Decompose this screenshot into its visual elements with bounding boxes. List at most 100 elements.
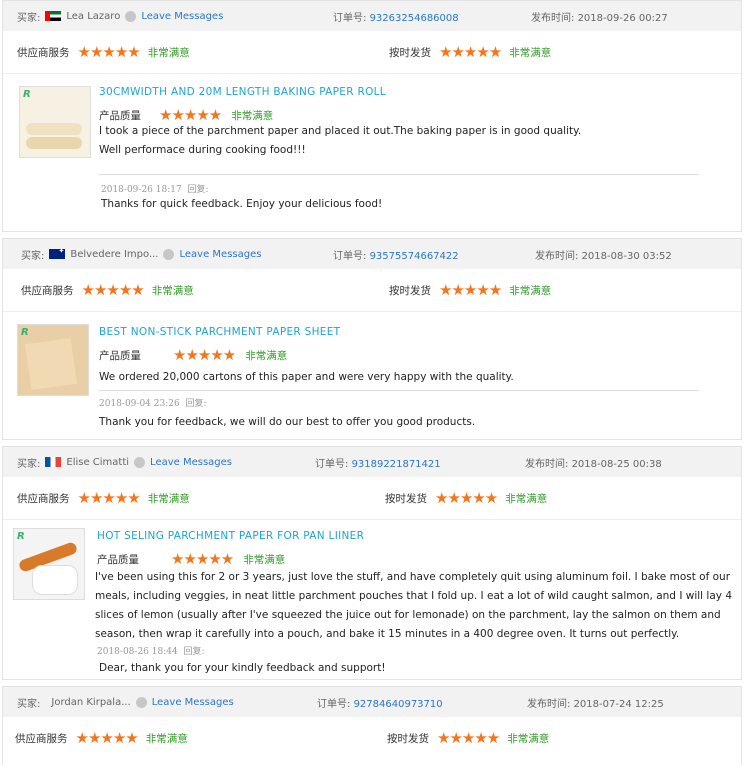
supplier-service-rating: 供应商服务 ★★★★★ 非常满意 [15,729,188,747]
leave-messages-link[interactable]: Leave Messages [152,697,234,708]
rating-label: 按时发货 [385,492,427,505]
publish-time: 2018-08-25 00:38 [571,458,662,470]
review-card: 买家: Lea Lazaro Leave Messages 订单号: 93263… [2,0,742,232]
rating-label: 产品质量 [97,553,139,566]
on-time-rating: 按时发货 ★★★★★ 非常满意 [389,43,551,61]
satisfaction-text: 非常满意 [509,46,552,59]
chat-icon [163,248,175,260]
publish-time: 2018-07-24 12:25 [573,698,664,710]
review-text: We ordered 20,000 cartons of this paper … [99,371,514,383]
rating-label: 按时发货 [389,284,431,297]
satisfaction-text: 非常满意 [243,553,286,566]
on-time-rating: 按时发货 ★★★★★ 非常满意 [389,281,551,299]
rating-row: 供应商服务 ★★★★★ 非常满意 按时发货 ★★★★★ 非常满意 [3,31,741,74]
publish-label: 发布时间: [525,458,569,470]
order-number-link[interactable]: 93263254686008 [370,13,459,24]
seller-reply: Thanks for quick feedback. Enjoy your de… [101,198,383,210]
product-thumbnail[interactable]: R [17,324,89,396]
buyer-info: 买家: Belvedere Impo... Leave Messages [21,247,261,262]
order-label: 订单号: [333,250,367,262]
star-rating-icon: ★★★★★ [81,281,145,299]
reply-date: 2018-09-04 23:26 [99,399,180,409]
seller-reply: Dear, thank you for your kindly feedback… [99,662,386,674]
reply-date: 2018-08-26 18:44 [97,647,178,657]
product-quality-rating: 产品质量 ★★★★★ 非常满意 [99,346,287,364]
chat-icon [134,456,146,468]
star-rating-icon: ★★★★★ [77,43,141,61]
reply-meta: 2018-09-04 23:26 回复: [99,396,206,409]
product-thumbnail[interactable]: R [13,528,85,600]
review-card: 买家: Elise Cimatti Leave Messages 订单号: 93… [2,446,742,680]
chat-icon [125,10,137,22]
review-card: 买家: Belvedere Impo... Leave Messages 订单号… [2,238,742,440]
star-rating-icon: ★★★★★ [437,729,500,747]
supplier-service-rating: 供应商服务 ★★★★★ 非常满意 [17,489,190,507]
publish-date: 发布时间: 2018-08-25 00:38 [525,455,662,470]
on-time-rating: 按时发货 ★★★★★ 非常满意 [385,489,547,507]
brand-logo-icon: R [23,89,31,100]
leave-messages-link[interactable]: Leave Messages [150,457,232,468]
review-header: 买家: Lea Lazaro Leave Messages 订单号: 93263… [3,1,741,31]
order-number-link[interactable]: 93189221871421 [352,459,441,470]
satisfaction-text: 非常满意 [245,349,288,362]
rating-label: 供应商服务 [17,492,70,505]
review-header: 买家: Jordan Kirpala... Leave Messages 订单号… [3,687,741,717]
star-rating-icon: ★★★★★ [439,43,502,61]
satisfaction-text: 非常满意 [509,284,552,297]
reply-meta: 2018-09-26 18:17 回复: [101,182,208,195]
satisfaction-text: 非常满意 [507,732,550,745]
brand-logo-icon: R [21,327,29,338]
reply-date: 2018-09-26 18:17 [101,185,182,195]
product-title-link[interactable]: BEST NON-STICK PARCHMENT PAPER SHEET [99,326,340,338]
publish-label: 发布时间: [535,250,579,262]
rating-label: 供应商服务 [17,46,70,59]
review-header: 买家: Belvedere Impo... Leave Messages 订单号… [3,239,741,269]
publish-label: 发布时间: [531,12,575,24]
rating-row: 供应商服务 ★★★★★ 非常满意 按时发货 ★★★★★ 非常满意 [3,269,741,312]
buyer-info: 买家: Lea Lazaro Leave Messages [17,9,223,24]
publish-time: 2018-09-26 00:27 [577,12,668,24]
review-text: I took a piece of the parchment paper an… [99,125,582,156]
divider [99,390,699,391]
leave-messages-link[interactable]: Leave Messages [141,11,223,22]
order-label: 订单号: [315,458,349,470]
review-card: 买家: Jordan Kirpala... Leave Messages 订单号… [2,686,742,765]
product-thumbnail[interactable]: R [19,86,91,158]
star-rating-icon: ★★★★★ [77,489,141,507]
buyer-label: 买家: [21,250,45,262]
buyer-info: 买家: Elise Cimatti Leave Messages [17,455,232,470]
paper-roll-shape [26,123,82,135]
order-info: 订单号: 93575574667422 [333,247,459,262]
product-quality-rating: 产品质量 ★★★★★ 非常满意 [97,550,285,568]
product-title-link[interactable]: 30CMWIDTH AND 20M LENGTH BAKING PAPER RO… [99,86,386,98]
buyer-label: 买家: [17,458,41,470]
buyer-info: 买家: Jordan Kirpala... Leave Messages [17,695,234,710]
buyer-name: Jordan Kirpala... [51,696,131,708]
product-title-link[interactable]: HOT SELING PARCHMENT PAPER FOR PAN LIINE… [97,530,364,542]
review-text: I've been using this for 2 or 3 years, j… [95,571,733,640]
order-label: 订单号: [317,698,351,710]
order-number-link[interactable]: 92784640973710 [354,699,443,710]
rating-label: 供应商服务 [21,284,74,297]
rating-label: 供应商服务 [15,732,68,745]
order-number-link[interactable]: 93575574667422 [370,251,459,262]
divider [99,174,699,175]
satisfaction-text: 非常满意 [231,109,274,122]
publish-date: 发布时间: 2018-07-24 12:25 [527,695,664,710]
publish-date: 发布时间: 2018-09-26 00:27 [531,9,668,24]
buyer-name: Elise Cimatti [66,456,130,468]
star-rating-icon: ★★★★★ [173,346,236,364]
buyer-name: Belvedere Impo... [70,248,159,260]
satisfaction-text: 非常满意 [147,46,190,59]
satisfaction-text: 非常满意 [151,284,194,297]
leave-messages-link[interactable]: Leave Messages [179,249,261,260]
reply-meta: 2018-08-26 18:44 回复: [97,644,204,657]
buyer-name: Lea Lazaro [66,10,121,22]
publish-date: 发布时间: 2018-08-30 03:52 [535,247,672,262]
reply-label: 回复: [187,185,209,195]
order-label: 订单号: [333,12,367,24]
supplier-service-rating: 供应商服务 ★★★★★ 非常满意 [21,281,194,299]
satisfaction-text: 非常满意 [147,492,190,505]
rating-row: 供应商服务 ★★★★★ 非常满意 按时发货 ★★★★★ 非常满意 [3,717,741,759]
star-rating-icon: ★★★★★ [435,489,498,507]
